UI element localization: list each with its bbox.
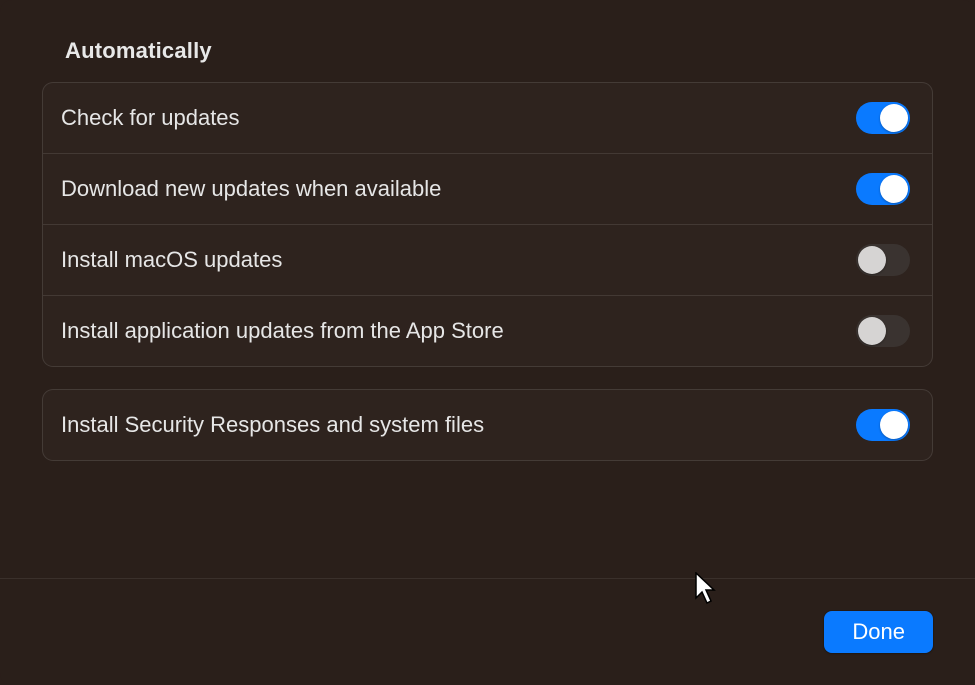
toggle-install-app-store[interactable] (856, 315, 910, 347)
done-button[interactable]: Done (824, 611, 933, 653)
dialog-footer: Done (0, 578, 975, 685)
option-row-security-responses: Install Security Responses and system fi… (43, 390, 932, 460)
options-group-2: Install Security Responses and system fi… (42, 389, 933, 461)
option-row-install-app-store: Install application updates from the App… (43, 296, 932, 366)
toggle-download-updates[interactable] (856, 173, 910, 205)
toggle-knob (880, 411, 908, 439)
toggle-knob (880, 175, 908, 203)
settings-dialog: Automatically Check for updates Download… (0, 0, 975, 685)
toggle-knob (858, 246, 886, 274)
option-label: Download new updates when available (61, 176, 441, 202)
toggle-knob (880, 104, 908, 132)
option-label: Install Security Responses and system fi… (61, 412, 484, 438)
toggle-security-responses[interactable] (856, 409, 910, 441)
option-label: Check for updates (61, 105, 240, 131)
option-row-check-updates: Check for updates (43, 83, 932, 154)
options-group-1: Check for updates Download new updates w… (42, 82, 933, 367)
option-label: Install application updates from the App… (61, 318, 504, 344)
section-title: Automatically (0, 38, 975, 82)
toggle-knob (858, 317, 886, 345)
option-row-install-macos: Install macOS updates (43, 225, 932, 296)
option-label: Install macOS updates (61, 247, 282, 273)
option-row-download-updates: Download new updates when available (43, 154, 932, 225)
toggle-install-macos[interactable] (856, 244, 910, 276)
toggle-check-updates[interactable] (856, 102, 910, 134)
